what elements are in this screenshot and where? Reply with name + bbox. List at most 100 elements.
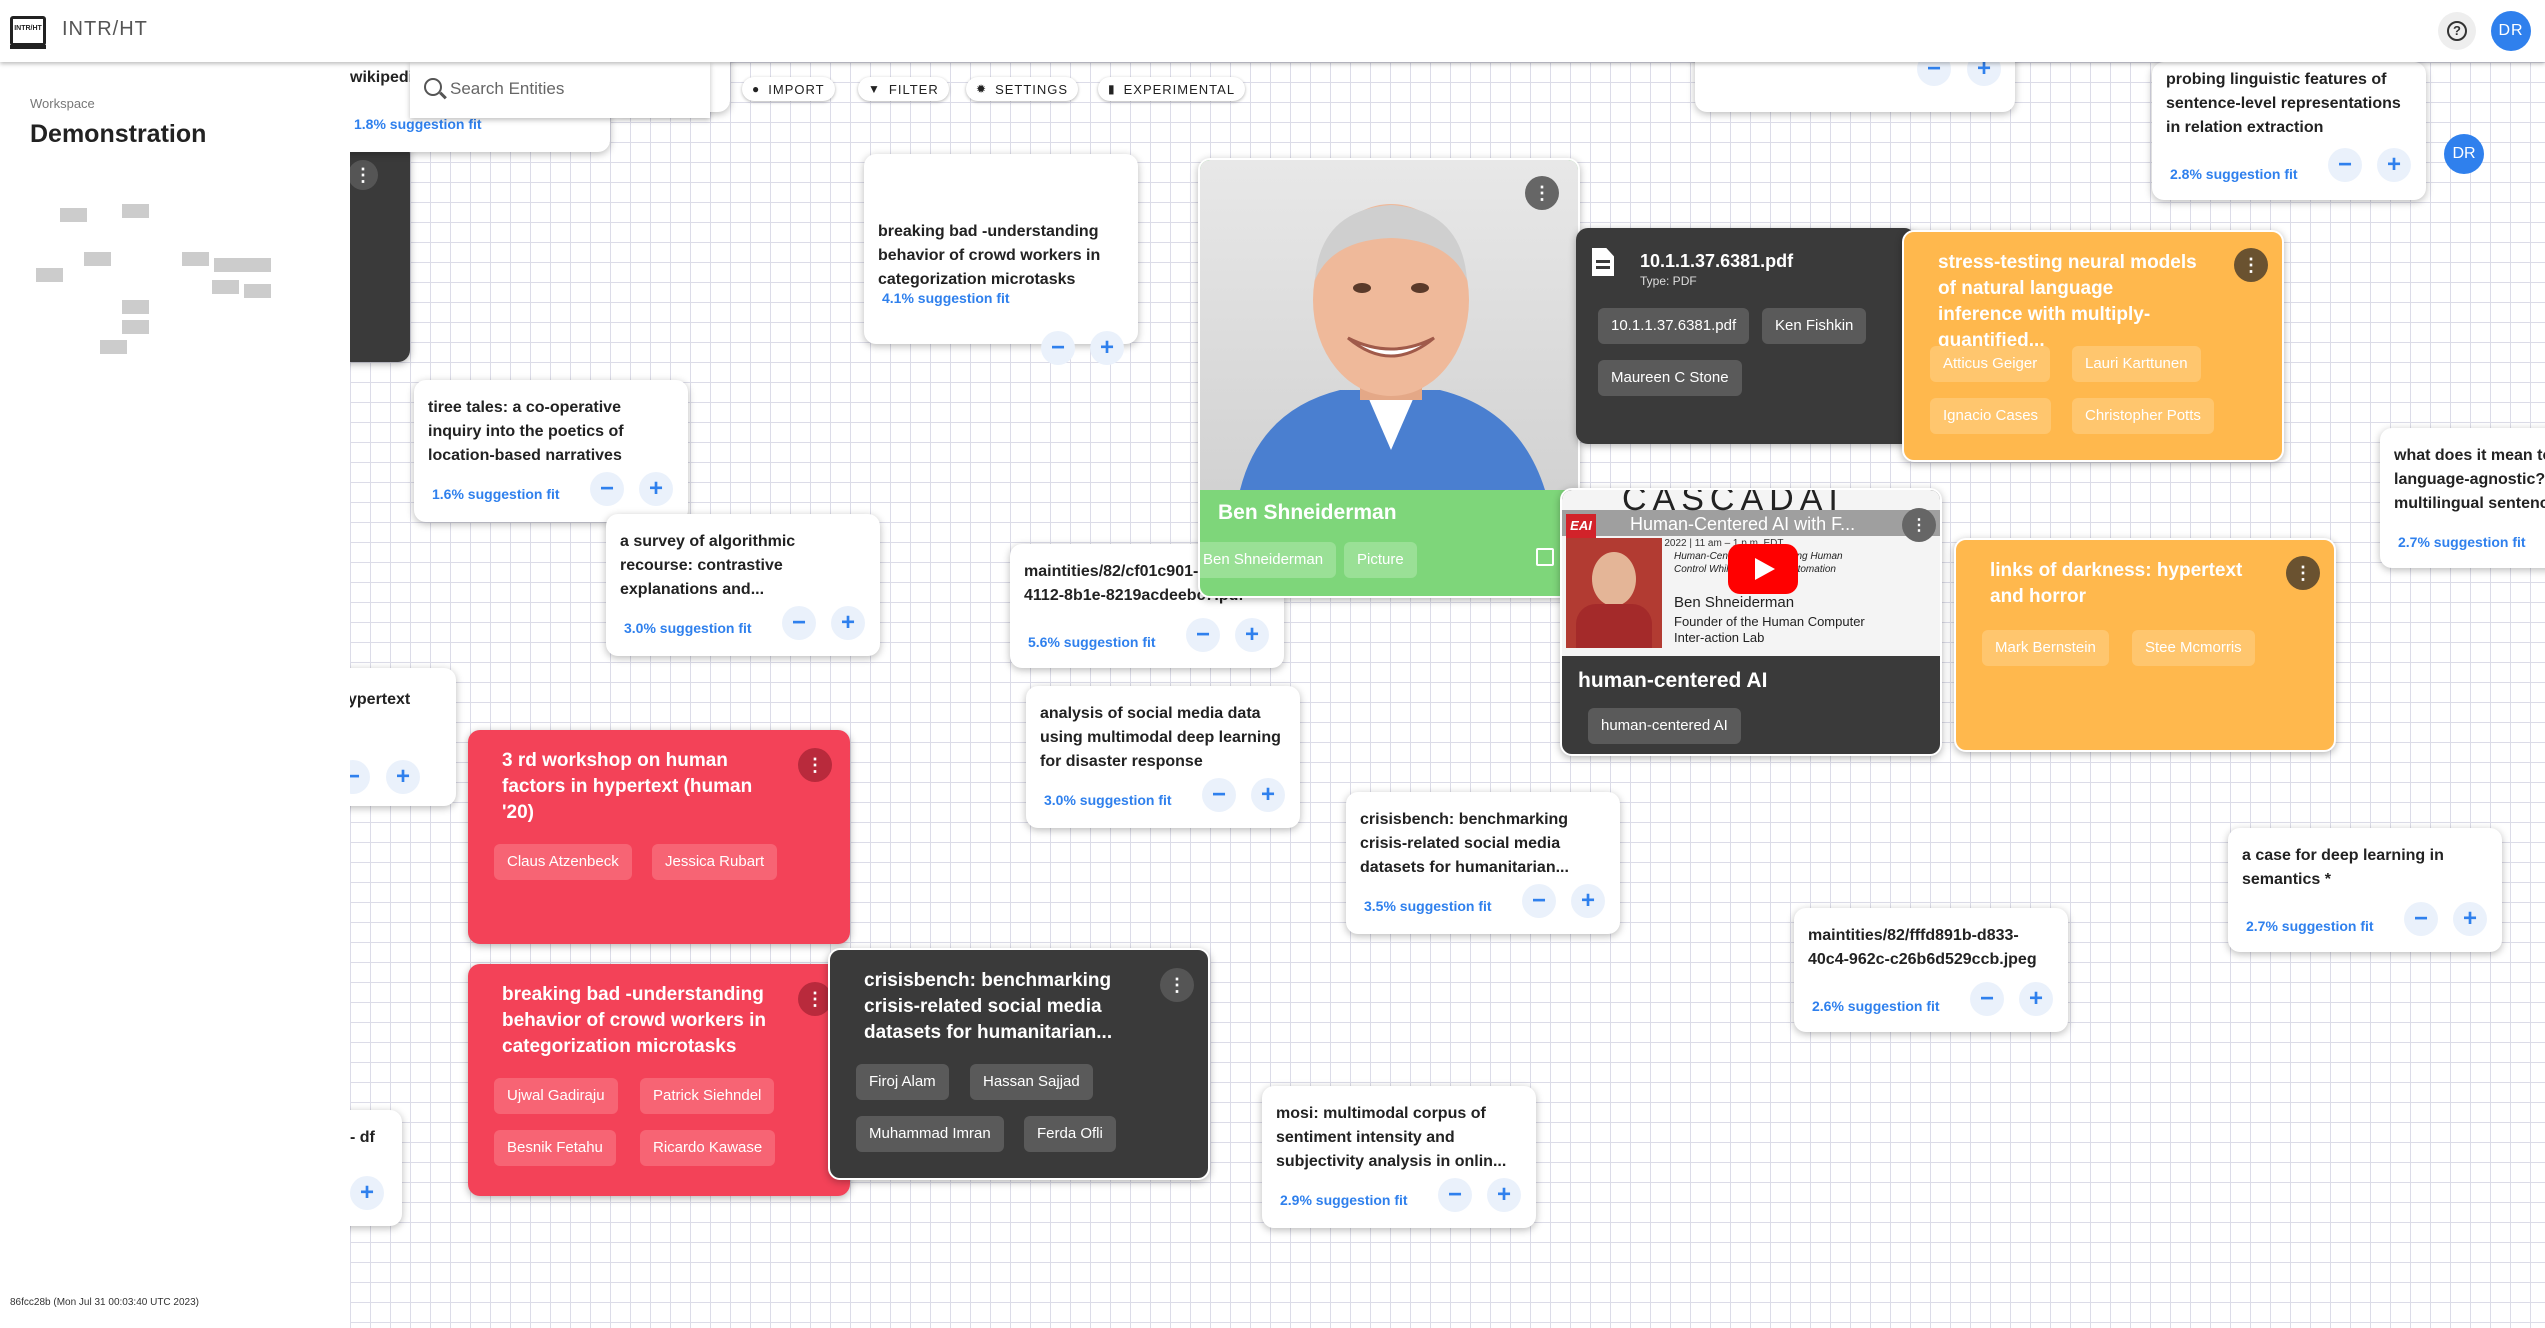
minus-button[interactable]: −: [2404, 902, 2438, 936]
entity-chip[interactable]: Ujwal Gadiraju: [494, 1078, 618, 1114]
collaborator-avatar[interactable]: DR: [2444, 134, 2484, 174]
play-button[interactable]: [1728, 544, 1798, 594]
entity-card-breaking-bad[interactable]: breaking bad -understanding behavior of …: [468, 964, 850, 1196]
sidebar: Workspace Demonstration 86fcc28b (Mon Ju…: [0, 62, 350, 1328]
card-title: crisisbench: benchmarking crisis-related…: [1360, 811, 1569, 876]
entity-chip[interactable]: Ignacio Cases: [1930, 398, 2052, 434]
entity-chip[interactable]: Patrick Siehndel: [640, 1078, 775, 1114]
entity-chip[interactable]: Mark Bernstein: [1982, 630, 2109, 666]
more-icon[interactable]: ⋮: [350, 160, 378, 190]
suggestion-card[interactable]: breaking bad -understanding behavior of …: [864, 154, 1138, 365]
entity-card-ben-shneiderman[interactable]: ⋮ Ben Shneiderman Ben Shneiderman Pictur…: [1198, 158, 1580, 598]
minus-button[interactable]: −: [2328, 148, 2362, 182]
entity-chip[interactable]: Atticus Geiger: [1930, 346, 2051, 382]
workspace-canvas[interactable]: ⋮ wikipedia 1.8% suggestion fit − + − + …: [350, 62, 2545, 1328]
suggestion-card[interactable]: probing linguistic features of sentence-…: [2152, 62, 2426, 200]
entity-chip[interactable]: Jessica Rubart: [652, 844, 778, 880]
suggestion-card[interactable]: - df +: [350, 1110, 402, 1226]
plus-button[interactable]: +: [350, 1176, 384, 1210]
entity-chip[interactable]: Firoj Alam: [856, 1064, 949, 1100]
suggestion-card[interactable]: maintities/82/fffd891b-d833-40c4-962c-c2…: [1794, 908, 2068, 1032]
suggestion-card[interactable]: a survey of algorithmic recourse: contra…: [606, 514, 880, 656]
entity-chip[interactable]: 10.1.1.37.6381.pdf: [1598, 308, 1750, 344]
video-more-icon[interactable]: ⋮: [1902, 508, 1936, 542]
minus-button[interactable]: −: [1917, 62, 1951, 86]
entity-chip[interactable]: human-centered AI: [1588, 708, 1741, 744]
search-input[interactable]: [450, 74, 690, 104]
entity-chip[interactable]: Claus Atzenbeck: [494, 844, 632, 880]
plus-button[interactable]: +: [2019, 982, 2053, 1016]
entity-card-stress-testing[interactable]: stress-testing neural models of natural …: [1902, 230, 2284, 462]
minus-button[interactable]: −: [350, 760, 370, 794]
plus-button[interactable]: +: [1235, 618, 1269, 652]
minus-button[interactable]: −: [1041, 331, 1075, 365]
plus-button[interactable]: +: [386, 760, 420, 794]
more-icon[interactable]: ⋮: [2286, 556, 2320, 590]
minus-button[interactable]: −: [590, 472, 624, 506]
settings-button[interactable]: ✹ SETTINGS: [966, 77, 1079, 101]
more-icon[interactable]: ⋮: [798, 748, 832, 782]
minus-button[interactable]: −: [782, 606, 816, 640]
entity-card-pdf[interactable]: 10.1.1.37.6381.pdf Type: PDF 10.1.1.37.6…: [1576, 228, 1916, 444]
entity-chip[interactable]: Stee Mcmorris: [2132, 630, 2255, 666]
entity-card-links-of-darkness[interactable]: links of darkness: hypertext and horror …: [1954, 538, 2336, 752]
help-button[interactable]: ?: [2438, 12, 2476, 50]
suggestion-card[interactable]: crisisbench: benchmarking crisis-related…: [1346, 792, 1620, 934]
suggestion-card[interactable]: mosi: multimodal corpus of sentiment int…: [1262, 1086, 1536, 1228]
suggestion-card[interactable]: a case for deep learning in semantics * …: [2228, 828, 2502, 952]
user-avatar[interactable]: DR: [2491, 11, 2531, 51]
filter-button[interactable]: ▼ FILTER: [858, 77, 949, 101]
plus-button[interactable]: +: [639, 472, 673, 506]
entity-chip[interactable]: Christopher Potts: [2072, 398, 2214, 434]
fullscreen-icon[interactable]: [1536, 548, 1554, 566]
suggestion-card[interactable]: tiree tales: a co-operative inquiry into…: [414, 380, 688, 522]
entity-chip[interactable]: Ricardo Kawase: [640, 1130, 776, 1166]
video-thumbnail[interactable]: CASCADAI EAI Human-Centered AI with F...…: [1562, 490, 1940, 656]
entity-chip[interactable]: Hassan Sajjad: [970, 1064, 1093, 1100]
search-box[interactable]: [410, 62, 710, 118]
entity-chip[interactable]: Maureen C Stone: [1598, 360, 1742, 396]
gear-icon: ✹: [976, 82, 988, 96]
suggestion-card[interactable]: ypertext − +: [350, 668, 456, 806]
entity-chip[interactable]: Picture: [1344, 542, 1417, 578]
entity-chip[interactable]: Besnik Fetahu: [494, 1130, 616, 1166]
experimental-button[interactable]: ▮ EXPERIMENTAL: [1098, 77, 1246, 101]
more-icon[interactable]: ⋮: [1160, 968, 1194, 1002]
entity-card-video[interactable]: CASCADAI EAI Human-Centered AI with F...…: [1560, 488, 1942, 756]
minus-button[interactable]: −: [1522, 884, 1556, 918]
plus-button[interactable]: +: [1967, 62, 2001, 86]
plus-button[interactable]: +: [1090, 331, 1124, 365]
plus-button[interactable]: +: [2453, 902, 2487, 936]
more-icon[interactable]: ⋮: [798, 982, 832, 1016]
more-icon[interactable]: ⋮: [2234, 248, 2268, 282]
plus-button[interactable]: +: [1487, 1178, 1521, 1212]
suggestion-fit: 2.6% suggestion fit: [1812, 998, 1940, 1014]
entity-chip[interactable]: Ferda Ofli: [1024, 1116, 1116, 1152]
entity-chip[interactable]: Ben Shneiderman: [1200, 542, 1337, 578]
entity-card-partial[interactable]: ⋮: [350, 142, 410, 362]
app-logo[interactable]: INTR/HT: [10, 16, 46, 49]
minus-button[interactable]: −: [1202, 778, 1236, 812]
minus-button[interactable]: −: [1186, 618, 1220, 652]
entity-chip[interactable]: Muhammad Imran: [856, 1116, 1004, 1152]
plus-button[interactable]: +: [831, 606, 865, 640]
more-icon[interactable]: ⋮: [1525, 176, 1559, 210]
suggestion-card[interactable]: analysis of social media data using mult…: [1026, 686, 1300, 828]
suggestion-card[interactable]: what does it mean to be language-agnosti…: [2380, 428, 2545, 568]
plus-button[interactable]: +: [1251, 778, 1285, 812]
entity-card-crisisbench[interactable]: crisisbench: benchmarking crisis-related…: [828, 948, 1210, 1180]
minus-button[interactable]: −: [1970, 982, 2004, 1016]
entity-chip[interactable]: Ken Fishkin: [1762, 308, 1867, 344]
minus-button[interactable]: −: [1438, 1178, 1472, 1212]
top-bar: INTR/HT INTR/HT ? DR: [0, 0, 2545, 62]
plus-button[interactable]: +: [1571, 884, 1605, 918]
suggestion-card[interactable]: − +: [1695, 62, 2015, 112]
plus-button[interactable]: +: [2377, 148, 2411, 182]
suggestion-fit: 2.9% suggestion fit: [1280, 1192, 1408, 1208]
entity-chip[interactable]: Lauri Karttunen: [2072, 346, 2201, 382]
suggestion-fit: 4.1% suggestion fit: [882, 290, 1010, 306]
entity-title: crisisbench: benchmarking crisis-related…: [864, 970, 1113, 1043]
entity-card-workshop[interactable]: 3 rd workshop on human factors in hypert…: [468, 730, 850, 944]
import-button[interactable]: ● IMPORT: [742, 77, 835, 101]
entity-title: links of darkness: hypertext and horror: [1990, 560, 2243, 607]
